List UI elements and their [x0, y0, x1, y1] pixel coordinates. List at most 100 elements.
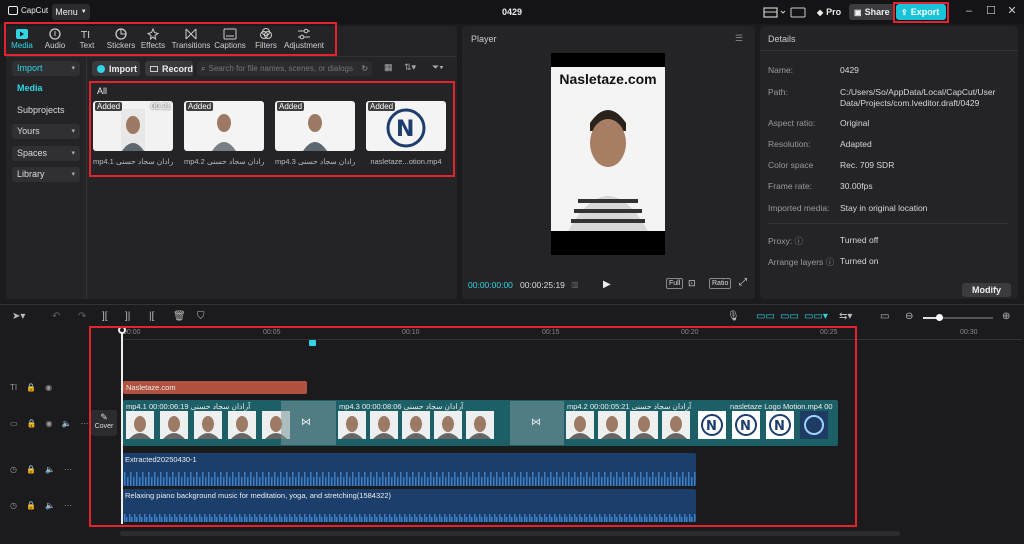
- video-clip-label[interactable]: mp4.3 آرادان سجاد حسنی 00:00:08:06: [339, 402, 463, 411]
- menu-button[interactable]: Menu ▼: [52, 4, 90, 20]
- lock-icon[interactable]: 🔒: [26, 465, 36, 474]
- tool-text[interactable]: TI Text: [70, 28, 104, 54]
- pro-button[interactable]: ◆ Pro: [812, 4, 846, 20]
- sort-icon[interactable]: ⇅▾: [404, 62, 416, 73]
- media-item[interactable]: Added 00:21 mp4.1 آرادان سجاد حسنی: [93, 101, 173, 171]
- sidebar-item-spaces[interactable]: Spaces ▾: [12, 146, 80, 161]
- modify-button[interactable]: Modify: [962, 283, 1011, 297]
- more-icon[interactable]: ⋯: [64, 465, 72, 474]
- layout-button[interactable]: [763, 4, 787, 20]
- sidebar-item-library[interactable]: Library ▾: [12, 167, 80, 182]
- record-button[interactable]: Record: [145, 61, 193, 76]
- detail-label: Color space: [768, 160, 814, 170]
- media-item[interactable]: Added mp4.2 آرادان سجاد حسنی: [184, 101, 264, 171]
- media-item[interactable]: Added mp4.3 آرادان سجاد حسنی: [275, 101, 355, 171]
- refresh-icon[interactable]: ↻: [361, 64, 368, 73]
- tool-transitions[interactable]: Transitions: [170, 28, 212, 54]
- shortcut-icon[interactable]: [790, 4, 806, 20]
- audio-clip[interactable]: Extracted20250430-1: [123, 453, 696, 486]
- text-clip[interactable]: Nasletaze.com: [123, 381, 307, 394]
- sidebar-item-subprojects[interactable]: Subprojects: [12, 103, 80, 118]
- volume-icon[interactable]: 🔈: [45, 465, 55, 474]
- search-input[interactable]: [208, 64, 359, 73]
- record-icon: [150, 65, 158, 72]
- more-icon[interactable]: ⋯: [80, 419, 88, 428]
- link-main-track-icon[interactable]: ▭▭: [756, 311, 775, 322]
- marker-icon[interactable]: [309, 340, 316, 346]
- media-caption: mp4.3 آرادان سجاد حسنی: [275, 157, 355, 166]
- lock-icon[interactable]: 🔒: [26, 383, 36, 392]
- media-item[interactable]: N Added nasletaze...otion.mp4: [366, 101, 446, 171]
- tool-captions[interactable]: Captions: [211, 28, 249, 54]
- linkage-icon[interactable]: ▭▭▾: [804, 311, 828, 322]
- play-button[interactable]: ▶: [603, 279, 611, 290]
- tool-media[interactable]: Media: [4, 28, 40, 54]
- ratio-button[interactable]: Ratio: [709, 278, 732, 289]
- zoom-slider-handle[interactable]: [936, 314, 943, 321]
- redo-icon[interactable]: ↷: [78, 311, 86, 322]
- chevron-down-icon: ▾: [71, 128, 75, 135]
- eye-icon[interactable]: ◉: [46, 419, 53, 428]
- zoom-in-icon[interactable]: ⊕: [1002, 311, 1010, 322]
- sidebar-item-yours[interactable]: Yours ▾: [12, 124, 80, 139]
- full-button[interactable]: Full: [666, 278, 684, 289]
- volume-icon[interactable]: 🔈: [45, 501, 55, 510]
- lock-icon[interactable]: 🔒: [26, 501, 36, 510]
- sidebar-item-label: Spaces: [17, 148, 48, 158]
- audio-clip[interactable]: Relaxing piano background music for medi…: [123, 489, 696, 522]
- tool-filters[interactable]: Filters: [248, 28, 284, 54]
- undo-icon[interactable]: ↶: [52, 311, 60, 322]
- close-icon[interactable]: ✕: [1006, 5, 1018, 17]
- grid-icon[interactable]: ▥: [571, 280, 579, 289]
- share-button[interactable]: ▣ Share: [849, 4, 895, 20]
- fullscreen-icon[interactable]: ⤢: [739, 277, 747, 288]
- more-icon[interactable]: ⋯: [64, 501, 72, 510]
- timeline-scrollbar[interactable]: [120, 531, 900, 536]
- magnet-icon[interactable]: ▭▭: [780, 311, 799, 322]
- delete-icon[interactable]: 🗑: [173, 311, 186, 322]
- sidebar-item-media[interactable]: Media: [12, 81, 80, 96]
- video-clip-label[interactable]: mp4.2 آرادان سجاد حسنی 00:00:05:21: [567, 402, 691, 411]
- tool-adjustment[interactable]: Adjustment: [281, 28, 327, 54]
- export-button[interactable]: ⇪ Export: [896, 4, 946, 20]
- shield-icon[interactable]: ⛉: [197, 311, 205, 322]
- media-search-box[interactable]: ⌕ ↻: [197, 61, 372, 76]
- video-frame: N: [732, 411, 760, 439]
- video-clip-label[interactable]: mp4.1 آرادان سجاد حسنی 00:00:06:19: [126, 402, 250, 411]
- sidebar-item-import[interactable]: Import ▾: [12, 61, 80, 76]
- media-thumbnail: Added 00:21: [93, 101, 173, 151]
- microphone-icon[interactable]: 🎙: [727, 311, 740, 322]
- volume-icon[interactable]: 🔈: [62, 419, 72, 428]
- split-right-icon[interactable]: |[: [149, 311, 154, 322]
- info-icon[interactable]: ⓘ: [794, 236, 803, 246]
- zoom-out-icon[interactable]: ⊖: [905, 311, 913, 322]
- preview-axis-icon[interactable]: ⇆▾: [839, 311, 852, 322]
- export-label: Export: [910, 7, 940, 17]
- eye-icon[interactable]: ◉: [45, 383, 52, 392]
- ruler-tick: 00:25: [820, 329, 838, 336]
- fit-icon[interactable]: ⊡: [688, 278, 696, 289]
- filter-icon[interactable]: ⏷▾: [432, 62, 444, 73]
- video-frame: [566, 411, 594, 439]
- playhead-handle[interactable]: [118, 326, 126, 334]
- minimize-icon[interactable]: –: [963, 5, 975, 17]
- cover-button[interactable]: ✎ Cover: [91, 410, 117, 436]
- view-toggle-icon[interactable]: ▦: [384, 62, 393, 73]
- hamburger-icon[interactable]: ☰: [735, 33, 743, 44]
- tool-audio[interactable]: Audio: [37, 28, 73, 54]
- video-clip-label[interactable]: nasletaze Logo Motion.mp4 00: [730, 402, 833, 411]
- split-left-icon[interactable]: ]|: [125, 311, 130, 322]
- info-icon[interactable]: ⓘ: [826, 257, 835, 267]
- lock-icon[interactable]: 🔒: [27, 419, 37, 428]
- transition-icon: ⋈: [301, 417, 311, 428]
- preview-canvas: Nasletaze.com: [551, 53, 665, 255]
- maximize-icon[interactable]: ☐: [985, 5, 997, 17]
- media-name-suffix: آرادان سجاد حسنی: [115, 157, 173, 166]
- tool-effects[interactable]: Effects: [134, 28, 172, 54]
- detail-label-proxy: Proxy: ⓘ: [768, 235, 803, 247]
- split-icon[interactable]: ][: [102, 311, 108, 322]
- select-tool-icon[interactable]: ➤▾: [12, 311, 25, 322]
- zoom-slider[interactable]: [923, 314, 993, 321]
- screen-icon[interactable]: ▭: [880, 311, 889, 322]
- import-button[interactable]: Import: [92, 61, 140, 76]
